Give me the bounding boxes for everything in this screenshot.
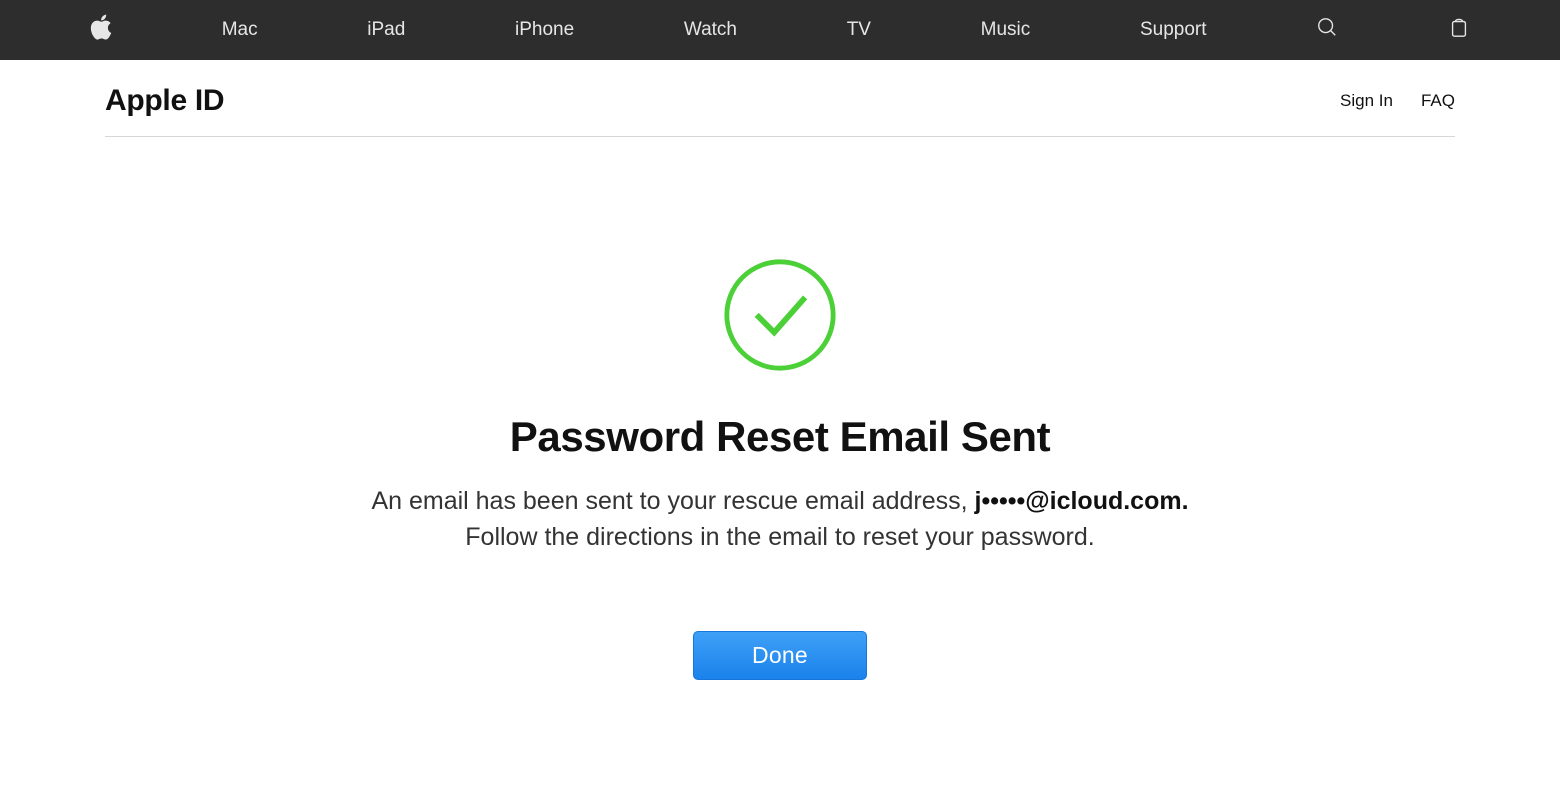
confirmation-heading: Password Reset Email Sent [510,413,1050,461]
search-icon[interactable] [1316,16,1338,44]
main-content: Password Reset Email Sent An email has b… [0,137,1560,680]
nav-item-ipad[interactable]: iPad [367,19,405,41]
description-prefix: An email has been sent to your rescue em… [371,487,974,515]
shopping-bag-icon[interactable] [1448,16,1470,44]
nav-item-watch[interactable]: Watch [684,19,737,41]
nav-item-iphone[interactable]: iPhone [515,19,574,41]
local-nav: Apple ID Sign In FAQ [105,60,1455,137]
masked-email: j•••••@icloud.com. [975,487,1189,515]
nav-item-tv[interactable]: TV [847,19,871,41]
nav-item-mac[interactable]: Mac [222,19,258,41]
global-nav-list: Mac iPad iPhone Watch TV Music Support [90,14,1470,46]
done-button[interactable]: Done [693,631,867,680]
sign-in-link[interactable]: Sign In [1340,91,1393,111]
confirmation-description: An email has been sent to your rescue em… [345,483,1215,556]
nav-item-support[interactable]: Support [1140,19,1207,41]
page-title: Apple ID [105,84,224,118]
global-nav: Mac iPad iPhone Watch TV Music Support [0,0,1560,60]
nav-item-music[interactable]: Music [981,19,1031,41]
faq-link[interactable]: FAQ [1421,91,1455,111]
description-suffix: Follow the directions in the email to re… [465,523,1094,551]
apple-logo-icon[interactable] [90,14,112,46]
local-nav-links: Sign In FAQ [1340,91,1455,111]
success-checkmark-icon [722,257,838,373]
